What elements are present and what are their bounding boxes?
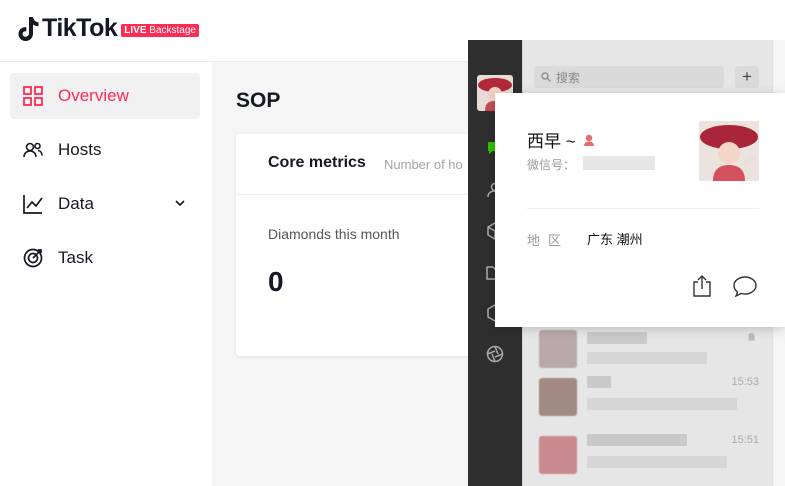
share-icon[interactable] bbox=[692, 274, 712, 298]
metric-label: Diamonds this month bbox=[268, 226, 400, 242]
sidebar-item-hosts[interactable]: Hosts bbox=[10, 127, 200, 173]
sidebar-item-label: Overview bbox=[58, 86, 129, 105]
chat-time: 15:53 bbox=[731, 376, 759, 388]
mute-bell-icon bbox=[747, 333, 756, 341]
moments-icon[interactable] bbox=[485, 344, 505, 364]
brand-name: TikTok bbox=[42, 14, 118, 42]
add-button[interactable]: + bbox=[735, 66, 759, 88]
blurred-text bbox=[587, 376, 611, 388]
grid-icon bbox=[23, 86, 43, 106]
sidebar-item-data[interactable]: Data bbox=[10, 181, 200, 227]
list-item[interactable]: 15:53 bbox=[523, 370, 773, 426]
search-placeholder: 搜索 bbox=[556, 70, 581, 85]
tiktok-logo[interactable]: TikTok LIVE Backstage bbox=[17, 14, 199, 43]
blurred-text bbox=[587, 456, 727, 468]
list-item[interactable]: 15:51 bbox=[523, 428, 773, 484]
wechat-id-value-blurred bbox=[583, 156, 655, 170]
card-tab-hosts[interactable]: Number of ho bbox=[384, 157, 463, 172]
chevron-down-icon[interactable] bbox=[174, 197, 186, 209]
backstage-badge-text: Backstage bbox=[149, 25, 196, 36]
users-icon bbox=[23, 142, 43, 158]
avatar bbox=[539, 330, 577, 368]
region-value: 广东 潮州 bbox=[587, 232, 643, 247]
contact-avatar[interactable] bbox=[699, 121, 759, 181]
contact-name: 西早 ~ bbox=[527, 127, 596, 152]
card-title: Core metrics bbox=[268, 154, 366, 171]
live-badge-text: LIVE bbox=[124, 25, 147, 36]
region-label: 地区 bbox=[527, 233, 570, 248]
sidebar-item-label: Task bbox=[58, 248, 93, 267]
blurred-text bbox=[587, 352, 707, 364]
contact-card-popup: 西早 ~ 微信号： 地区 广东 潮州 bbox=[495, 93, 785, 327]
divider bbox=[527, 208, 759, 209]
send-message-icon[interactable] bbox=[732, 275, 758, 297]
chat-time: 15:51 bbox=[731, 434, 759, 446]
metric-value: 0 bbox=[268, 266, 284, 297]
search-input[interactable]: 搜索 bbox=[534, 66, 724, 88]
avatar bbox=[539, 378, 577, 416]
wechat-id-label: 微信号： bbox=[527, 158, 576, 172]
chart-line-icon bbox=[23, 195, 43, 214]
live-backstage-badge: LIVE Backstage bbox=[121, 24, 199, 37]
sidebar: Overview Hosts Data Task bbox=[0, 62, 212, 486]
blurred-text bbox=[587, 398, 737, 410]
sidebar-item-overview[interactable]: Overview bbox=[10, 73, 200, 119]
tiktok-note-icon bbox=[18, 16, 39, 41]
contact-name-text: 西早 ~ bbox=[527, 132, 576, 151]
sidebar-item-task[interactable]: Task bbox=[10, 235, 200, 281]
search-icon bbox=[541, 72, 551, 82]
blurred-text bbox=[587, 332, 647, 344]
female-icon bbox=[583, 134, 594, 146]
page-title: SOP bbox=[236, 89, 281, 112]
avatar bbox=[539, 436, 577, 474]
blurred-text bbox=[587, 434, 687, 446]
target-icon bbox=[23, 248, 43, 268]
sidebar-item-label: Data bbox=[58, 194, 94, 213]
avatar-image bbox=[699, 121, 759, 181]
sidebar-item-label: Hosts bbox=[58, 140, 102, 159]
